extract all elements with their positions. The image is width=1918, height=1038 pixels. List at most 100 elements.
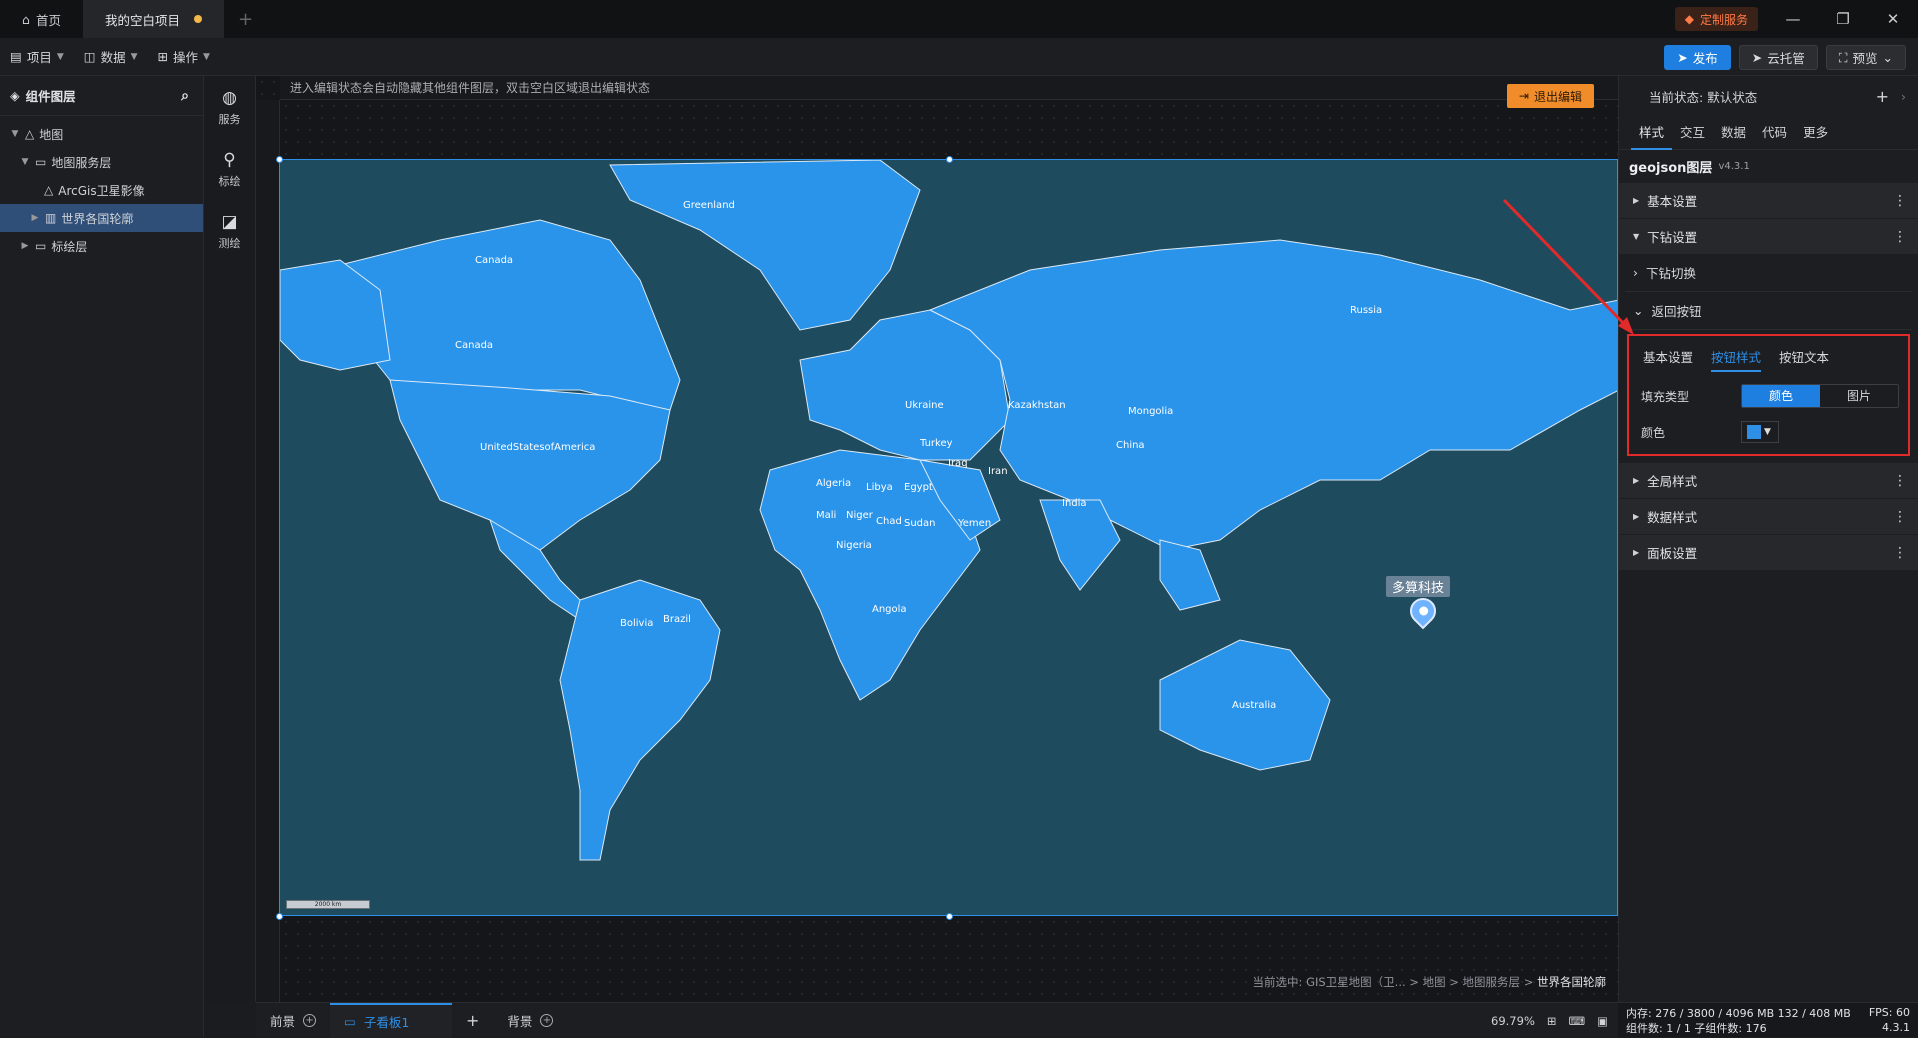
custom-service-button[interactable]: ◆ 定制服务 bbox=[1674, 7, 1758, 31]
fill-type-color[interactable]: 颜色 bbox=[1742, 385, 1820, 407]
state-selector[interactable]: 当前状态: 默认状态 + › bbox=[1619, 76, 1918, 116]
color-picker[interactable]: ▼ bbox=[1741, 421, 1779, 443]
more-vertical-icon[interactable]: ⋮ bbox=[1893, 509, 1907, 525]
more-vertical-icon[interactable]: ⋮ bbox=[1893, 193, 1907, 209]
pin-label: 多算科技 bbox=[1386, 576, 1451, 597]
terminal-icon[interactable]: ▣ bbox=[1597, 1014, 1608, 1028]
more-vertical-icon[interactable]: ⋮ bbox=[1893, 473, 1907, 489]
section-label: 全局样式 bbox=[1647, 474, 1698, 489]
publish-button[interactable]: ➤ 发布 bbox=[1664, 45, 1731, 70]
preview-button[interactable]: ⛶ 预览 ⌄ bbox=[1825, 45, 1906, 70]
layers-panel-title: 组件图层 bbox=[25, 89, 76, 104]
resize-handle[interactable] bbox=[276, 913, 283, 920]
map-label: Egypt bbox=[904, 482, 933, 493]
scale-bar: 2000 km bbox=[286, 900, 370, 909]
chevron-down-icon: ▼ bbox=[56, 51, 64, 62]
add-circle-icon[interactable]: + bbox=[303, 1013, 317, 1027]
tree-item-world-outline[interactable]: ▶ ▥ 世界各国轮廓 bbox=[0, 204, 203, 232]
folder-icon: ▭ bbox=[35, 155, 47, 169]
diamond-icon: ◆ bbox=[1684, 12, 1694, 26]
tree-item-arcgis[interactable]: △ ArcGis卫星影像 bbox=[0, 176, 203, 204]
chevron-down-icon: ▼ bbox=[130, 51, 138, 62]
section-global-style[interactable]: ▶ 全局样式 ⋮ bbox=[1619, 462, 1918, 498]
component-version: v4.3.1 bbox=[1718, 160, 1750, 172]
more-vertical-icon[interactable]: ⋮ bbox=[1893, 229, 1907, 245]
section-basic[interactable]: ▶ 基本设置 ⋮ bbox=[1619, 182, 1918, 218]
caret-right-icon: ▶ bbox=[1633, 476, 1640, 485]
tab-foreground[interactable]: 前景 + bbox=[256, 1003, 330, 1038]
section-data-style[interactable]: ▶ 数据样式 ⋮ bbox=[1619, 498, 1918, 534]
location-pin-icon: ⚲ bbox=[223, 149, 236, 170]
custom-service-label: 定制服务 bbox=[1699, 12, 1748, 27]
search-icon[interactable]: ⌕ bbox=[181, 88, 189, 104]
resize-handle[interactable] bbox=[946, 156, 953, 163]
chevron-down-icon: ⌄ bbox=[1882, 50, 1893, 65]
board-icon: ▭ bbox=[344, 1013, 356, 1029]
expand-down-icon[interactable]: ▼ bbox=[10, 129, 20, 139]
subsection-back-button[interactable]: ⌄ 返回按钮 bbox=[1625, 292, 1912, 330]
resize-handle[interactable] bbox=[946, 913, 953, 920]
map-label: Sudan bbox=[904, 518, 936, 529]
close-icon[interactable]: ✕ bbox=[1868, 0, 1918, 38]
cloud-host-button[interactable]: ➤ 云托管 bbox=[1738, 45, 1818, 70]
tree-item-plot[interactable]: ▶ ▭ 标绘层 bbox=[0, 232, 203, 260]
service-tool[interactable]: ◍ 服务 bbox=[204, 76, 255, 138]
add-tab-icon[interactable]: + bbox=[224, 0, 267, 38]
keyboard-icon[interactable]: ⌨ bbox=[1569, 1014, 1586, 1028]
plus-icon[interactable]: + bbox=[1876, 87, 1889, 106]
tab-back-basic[interactable]: 基本设置 bbox=[1643, 344, 1693, 372]
measure-tool[interactable]: ◪ 测绘 bbox=[204, 200, 255, 262]
chevron-right-icon[interactable]: › bbox=[1901, 89, 1906, 104]
map-label: Mali bbox=[816, 510, 837, 521]
minimize-icon[interactable]: — bbox=[1768, 0, 1818, 38]
tab-project[interactable]: 我的空白项目 bbox=[82, 0, 224, 38]
tree-item-label: 地图服务层 bbox=[51, 155, 112, 170]
plot-tool[interactable]: ⚲ 标绘 bbox=[204, 138, 255, 200]
menu-project[interactable]: ▤ 项目 ▼ bbox=[0, 47, 74, 66]
tree-item-map[interactable]: ▼ △ 地图 bbox=[0, 120, 203, 148]
world-map[interactable]: Greenland Canada Canada UnitedStatesofAm… bbox=[279, 159, 1618, 916]
tab-sub-board[interactable]: ▭ 子看板1 bbox=[330, 1002, 453, 1038]
editor-canvas[interactable]: 进入编辑状态会自动隐藏其他组件图层，双击空白区域退出编辑状态 ⇥ 退出编辑 Gr… bbox=[256, 76, 1618, 1002]
tab-back-style[interactable]: 按钮样式 bbox=[1711, 344, 1762, 372]
menu-operate[interactable]: ⊞ 操作 ▼ bbox=[148, 47, 220, 66]
exit-edit-button[interactable]: ⇥ 退出编辑 bbox=[1506, 84, 1594, 108]
expand-right-icon[interactable]: ▶ bbox=[30, 213, 40, 223]
tab-style[interactable]: 样式 bbox=[1631, 116, 1673, 150]
expand-right-icon[interactable]: ▶ bbox=[20, 241, 30, 251]
fit-screen-icon[interactable]: ⊞ bbox=[1547, 1014, 1557, 1028]
zoom-level[interactable]: 69.79% bbox=[1491, 1014, 1535, 1028]
section-label: 下钻设置 bbox=[1647, 230, 1698, 245]
fill-type-image[interactable]: 图片 bbox=[1820, 385, 1898, 407]
add-circle-icon[interactable]: + bbox=[540, 1013, 554, 1027]
tree-item-map-service[interactable]: ▼ ▭ 地图服务层 bbox=[0, 148, 203, 176]
state-label: 当前状态: bbox=[1649, 89, 1704, 105]
section-panel-settings[interactable]: ▶ 面板设置 ⋮ bbox=[1619, 534, 1918, 570]
section-label: 基本设置 bbox=[1647, 194, 1698, 209]
tab-more[interactable]: 更多 bbox=[1795, 116, 1836, 150]
exit-icon: ⇥ bbox=[1518, 89, 1529, 103]
tab-data[interactable]: 数据 bbox=[1713, 116, 1754, 150]
menu-data-label: 数据 bbox=[100, 50, 126, 65]
caret-down-icon: ▼ bbox=[1633, 232, 1640, 241]
tree-item-label: 世界各国轮廓 bbox=[61, 211, 134, 226]
more-vertical-icon[interactable]: ⋮ bbox=[1893, 545, 1907, 561]
tab-back-text[interactable]: 按钮文本 bbox=[1779, 344, 1829, 372]
resize-handle[interactable] bbox=[276, 156, 283, 163]
restore-icon[interactable]: ❐ bbox=[1818, 0, 1868, 38]
section-drill[interactable]: ▼ 下钻设置 ⋮ bbox=[1619, 218, 1918, 254]
publish-label: 发布 bbox=[1692, 51, 1718, 66]
menu-data[interactable]: ◫ 数据 ▼ bbox=[74, 47, 148, 66]
memory-status: 内存: 276 / 3800 / 4096 MB 132 / 408 MB bbox=[1626, 1006, 1851, 1020]
tab-code[interactable]: 代码 bbox=[1754, 116, 1795, 150]
property-tabs: 样式 交互 数据 代码 更多 bbox=[1619, 116, 1918, 150]
subsection-drill-switch[interactable]: › 下钻切换 bbox=[1625, 254, 1912, 292]
properties-panel: 当前状态: 默认状态 + › 样式 交互 数据 代码 更多 geojson图层 … bbox=[1618, 76, 1918, 1002]
expand-down-icon[interactable]: ▼ bbox=[20, 157, 30, 167]
add-board-button[interactable]: + bbox=[452, 1003, 493, 1038]
tab-home[interactable]: ⌂ 首页 bbox=[0, 0, 83, 38]
tab-background[interactable]: 背景 + bbox=[493, 1003, 567, 1038]
preview-label: 预览 bbox=[1852, 51, 1878, 66]
tab-interaction[interactable]: 交互 bbox=[1672, 116, 1713, 150]
layers-panel-header: ◈ 组件图层 ⌕ bbox=[0, 76, 203, 116]
